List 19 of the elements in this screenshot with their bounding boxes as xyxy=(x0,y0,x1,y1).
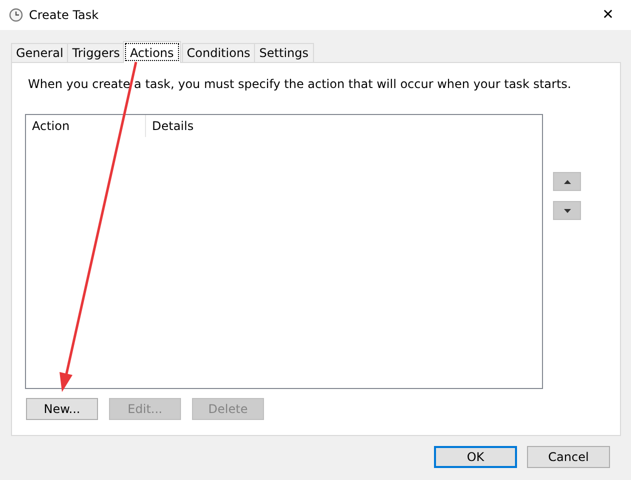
tab[interactable]: Triggers xyxy=(67,43,125,62)
window-title: Create Task xyxy=(29,8,100,22)
new-button[interactable]: New... xyxy=(26,398,98,420)
tab[interactable]: Actions xyxy=(122,41,181,63)
move-up-button[interactable] xyxy=(553,172,581,191)
close-button[interactable]: ✕ xyxy=(590,0,626,30)
move-down-button[interactable] xyxy=(553,201,581,220)
tab[interactable]: Settings xyxy=(254,43,314,62)
clock-icon xyxy=(9,8,23,22)
actions-list[interactable]: Action Details xyxy=(25,114,543,389)
up-triangle-icon xyxy=(564,180,570,184)
cancel-button[interactable]: Cancel xyxy=(527,446,610,468)
tab[interactable]: Conditions xyxy=(182,43,256,62)
description-text: When you create a task, you must specify the action that will occur when your task starts. xyxy=(28,77,572,91)
ok-button[interactable]: OK xyxy=(434,446,517,468)
column-header[interactable]: Action xyxy=(26,115,146,137)
tab[interactable]: General xyxy=(11,43,68,62)
column-header[interactable]: Details xyxy=(146,115,200,137)
down-triangle-icon xyxy=(564,208,570,212)
